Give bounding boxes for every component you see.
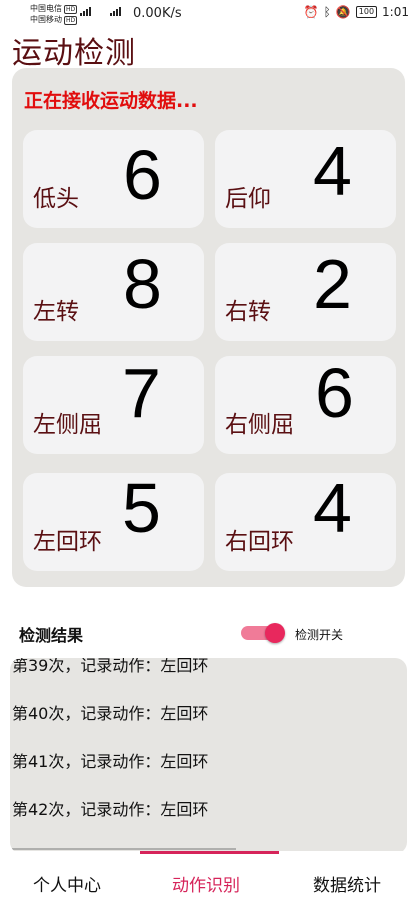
motion-card-head-down: 低头 6 xyxy=(23,130,204,228)
motion-count: 6 xyxy=(123,136,162,214)
clock: 1:01 xyxy=(382,5,409,19)
results-title: 检测结果 xyxy=(19,626,84,645)
motion-card-head-back: 后仰 4 xyxy=(215,130,396,228)
net-speed: 0.00K/s xyxy=(133,6,182,21)
signal-icon xyxy=(110,7,121,16)
motion-label: 左回环 xyxy=(33,529,102,555)
toggle-label: 检测开关 xyxy=(295,628,344,642)
list-item: 第40次，记录动作：左回环 xyxy=(12,704,209,723)
motion-card-turn-left: 左转 8 xyxy=(23,243,204,341)
motion-card-circle-right: 右回环 4 xyxy=(215,473,396,571)
motion-count: 4 xyxy=(313,132,352,210)
alarm-icon: ⏰ xyxy=(303,5,319,19)
list-item: 第39次，记录动作：左回环 xyxy=(12,658,209,675)
motion-label: 右回环 xyxy=(225,529,294,555)
scrollbar[interactable] xyxy=(12,848,236,850)
detection-toggle[interactable] xyxy=(241,623,289,643)
carrier-2: 中国移动 HD xyxy=(30,15,78,25)
carrier-1: 中国电信 HD xyxy=(30,4,78,14)
bluetooth-icon: ᛒ xyxy=(323,5,331,19)
motion-card-side-bend-left: 左侧屈 7 xyxy=(23,356,204,454)
motion-count: 2 xyxy=(313,245,352,323)
battery-icon: 100 xyxy=(355,6,378,18)
signal-icon xyxy=(80,7,91,16)
motion-count: 6 xyxy=(315,354,354,432)
status-bar: 中国电信 HD 中国移动 HD 0.00K/s ⏰ ᛒ 🔕 100 1:01 xyxy=(0,0,419,30)
motion-card-side-bend-right: 右侧屈 6 xyxy=(215,356,396,454)
list-item: 第41次，记录动作：左回环 xyxy=(12,752,209,771)
results-log[interactable]: 第39次，记录动作：左回环 第40次，记录动作：左回环 第41次，记录动作：左回… xyxy=(10,658,407,854)
motion-card-turn-right: 右转 2 xyxy=(215,243,396,341)
tab-motion-recognition[interactable]: 动作识别 xyxy=(172,871,240,896)
active-tab-indicator xyxy=(140,851,279,854)
motion-count: 5 xyxy=(122,469,161,547)
page-title: 运动检测 xyxy=(12,36,136,71)
motion-label: 低头 xyxy=(33,186,79,212)
toggle-thumb xyxy=(265,623,285,643)
motion-label: 右侧屈 xyxy=(225,412,294,438)
motion-panel: 正在接收运动数据... 低头 6 后仰 4 左转 8 右转 2 左侧屈 7 右侧… xyxy=(12,68,405,587)
motion-label: 左转 xyxy=(33,299,79,325)
motion-label: 右转 xyxy=(225,299,271,325)
motion-card-circle-left: 左回环 5 xyxy=(23,473,204,571)
motion-count: 4 xyxy=(313,469,352,547)
motion-label: 左侧屈 xyxy=(33,412,102,438)
mute-icon: 🔕 xyxy=(335,5,351,19)
bottom-nav: 个人中心 动作识别 数据统计 xyxy=(0,851,419,908)
motion-count: 7 xyxy=(122,354,161,432)
list-item: 第42次，记录动作：左回环 xyxy=(12,800,209,819)
motion-count: 8 xyxy=(123,245,162,323)
motion-label: 后仰 xyxy=(225,186,271,212)
receiving-status: 正在接收运动数据... xyxy=(24,90,198,112)
tab-statistics[interactable]: 数据统计 xyxy=(313,871,381,896)
tab-profile[interactable]: 个人中心 xyxy=(33,871,101,896)
status-icons: ⏰ ᛒ 🔕 100 1:01 xyxy=(304,5,409,19)
